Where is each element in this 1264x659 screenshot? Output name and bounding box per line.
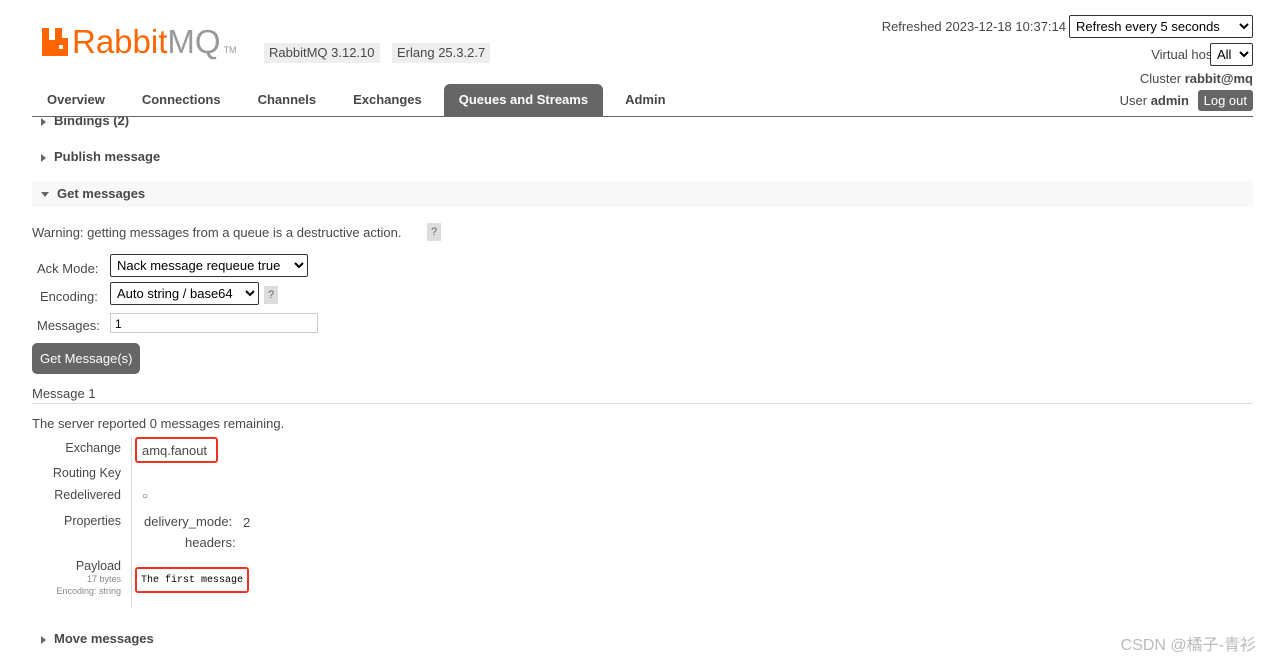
rabbit-logo-icon (42, 28, 68, 56)
user-name: admin (1150, 93, 1189, 108)
section-publish-title: Publish message (54, 149, 161, 164)
redelivered-label: Redelivered (54, 488, 121, 502)
messages-remaining-text: The server reported 0 messages remaining… (32, 416, 284, 431)
section-publish-message[interactable]: Publish message (32, 144, 1253, 170)
redelivered-value: ○ (142, 491, 149, 502)
get-messages-button[interactable]: Get Message(s) (32, 343, 141, 374)
tab-channels[interactable]: Channels (243, 84, 332, 116)
tab-overview[interactable]: Overview (32, 84, 120, 116)
messages-remaining-count: 0 (149, 416, 158, 431)
expand-arrow-icon (41, 153, 46, 162)
payload-value: The first message (135, 567, 249, 593)
delivery-mode-value: 2 (243, 515, 251, 530)
watermark-text: CSDN @橘子-青衫 (1120, 637, 1256, 654)
section-move-title: Move messages (54, 631, 154, 646)
erlang-version-badge: Erlang 25.3.2.7 (392, 43, 491, 63)
routing-key-label: Routing Key (52, 466, 121, 480)
exchange-label: Exchange (65, 441, 121, 455)
messages-remaining-suffix: messages remaining. (160, 416, 285, 431)
section-get-messages[interactable]: Get messages (32, 181, 1253, 207)
tabs-divider (32, 116, 1253, 117)
rabbitmq-version-badge: RabbitMQ 3.12.10 (264, 43, 380, 63)
virtual-host-label: Virtual host (1151, 47, 1216, 62)
expand-arrow-icon (41, 117, 46, 126)
logo-trademark: TM (223, 45, 237, 55)
ack-mode-label: Ack Mode: (37, 261, 99, 276)
properties-label: Properties (64, 514, 121, 528)
logout-button[interactable]: Log out (1197, 90, 1253, 111)
section-move-messages[interactable]: Move messages (32, 626, 1253, 652)
message-heading-number: 1 (88, 386, 96, 401)
tab-exchanges[interactable]: Exchanges (338, 84, 437, 116)
headers-label: headers: (185, 535, 236, 550)
user-label: User (1119, 93, 1148, 108)
payload-label: Payload (75, 559, 121, 573)
messages-count-input[interactable]: 1 (110, 313, 318, 333)
delivery-mode-label: delivery_mode: (144, 514, 233, 529)
encoding-label: Encoding: (40, 289, 98, 304)
encoding-select[interactable]: Auto string / base64 (110, 282, 259, 305)
message-heading: Message 1 (32, 386, 96, 401)
cluster-info: Cluster rabbit@mq (1140, 71, 1253, 86)
cluster-label: Cluster (1139, 71, 1182, 86)
main-nav-tabs: Overview Connections Channels Exchanges … (32, 84, 688, 116)
tab-admin[interactable]: Admin (610, 84, 680, 116)
exchange-value: amq.fanout (135, 437, 218, 463)
rabbitmq-logo[interactable]: Rabbit MQ TM (42, 24, 237, 60)
collapse-arrow-icon (41, 192, 49, 198)
expand-arrow-icon (41, 635, 46, 644)
ack-mode-select[interactable]: Nack message requeue true (110, 254, 308, 277)
tab-queues-and-streams[interactable]: Queues and Streams (443, 84, 604, 116)
payload-encoding: Encoding: string (56, 586, 121, 596)
help-icon[interactable]: ? (427, 223, 441, 241)
user-info: User admin (1120, 93, 1189, 108)
messages-count-label: Messages: (37, 318, 100, 333)
messages-remaining-prefix: The server reported (32, 416, 147, 431)
refreshed-timestamp: Refreshed 2023-12-18 10:37:14 (881, 19, 1066, 34)
message-heading-label: Message (32, 386, 85, 401)
refresh-interval-select[interactable]: Refresh every 5 seconds (1069, 15, 1253, 38)
message-divider (32, 403, 1253, 404)
tab-connections[interactable]: Connections (127, 84, 236, 116)
section-get-title: Get messages (57, 186, 146, 201)
properties-divider (131, 436, 132, 608)
logo-text-mq: MQ (167, 23, 221, 60)
payload-size: 17 bytes (86, 574, 121, 584)
virtual-host-select[interactable]: All (1210, 43, 1253, 66)
logo-text-rabbit: Rabbit (72, 23, 168, 60)
destructive-warning: Warning: getting messages from a queue i… (32, 225, 402, 240)
encoding-help-icon[interactable]: ? (264, 286, 278, 304)
cluster-name: rabbit@mq (1184, 71, 1253, 86)
